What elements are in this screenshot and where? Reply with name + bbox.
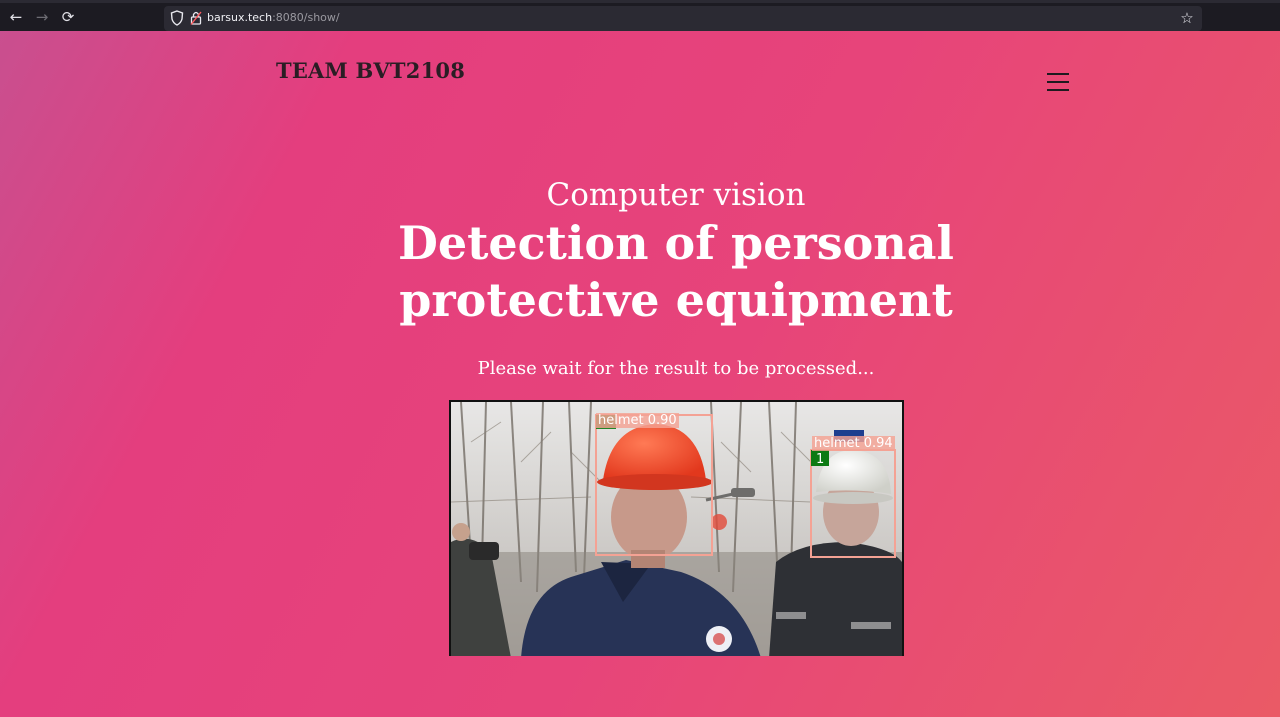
url-path: :8080/show/ [272,11,340,24]
insecure-lock-icon[interactable] [190,10,202,26]
brand-logo-text[interactable]: TEAM BVT2108 [276,58,465,83]
address-bar[interactable]: barsux.tech:8080/show/ ☆ [164,6,1202,31]
back-arrow-icon[interactable]: ← [6,8,26,26]
hero-title-line-1: Detection of personal [398,216,954,270]
processing-status: Please wait for the result to be process… [477,358,875,379]
track-id-text: 1 [816,452,824,467]
tracking-protection-shield-icon[interactable] [170,10,184,26]
detection-label-2: helmet 0.94 [812,436,895,451]
forward-arrow-icon[interactable]: → [32,8,52,26]
page-body: TEAM BVT2108 Computer vision Detection o… [0,31,1280,717]
reload-icon[interactable]: ⟳ [58,8,78,26]
hero-title: Detection of personal protective equipme… [0,215,1280,329]
detection-label-1: helmet 0.90 [596,413,679,428]
url-text[interactable]: barsux.tech:8080/show/ [207,11,340,24]
hamburger-menu-icon[interactable] [1047,73,1069,91]
url-host: barsux.tech [207,11,273,24]
detection-result-image: 1 helmet 0.90 helmet 0.94 [449,400,904,656]
bookmark-star-icon[interactable]: ☆ [1178,9,1196,27]
hero-kicker: Computer vision [546,177,806,213]
hero-title-line-2: protective equipment [399,273,953,327]
browser-toolbar: ← → ⟳ barsux.tech:8080/show/ ☆ [0,0,1280,31]
